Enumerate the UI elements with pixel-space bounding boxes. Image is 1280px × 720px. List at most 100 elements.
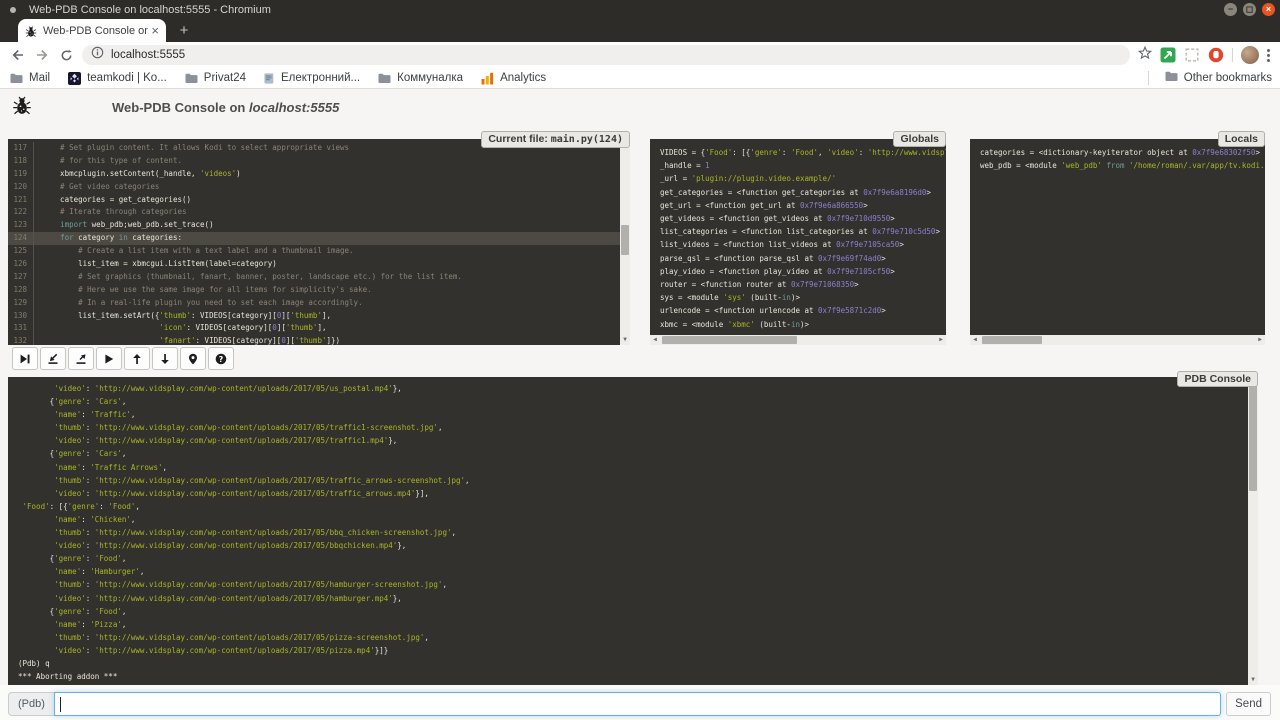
marker-icon <box>187 353 199 365</box>
current-file-name: main.py(124) <box>551 134 623 145</box>
output-line: 'name': 'Traffic Arrows', <box>18 461 1248 474</box>
down-button[interactable] <box>152 347 178 370</box>
step-into-icon <box>47 353 59 365</box>
arrow-up-icon <box>131 353 143 365</box>
console-scrollbar-thumb[interactable] <box>1249 381 1257 491</box>
scroll-down-icon[interactable]: ▼ <box>620 335 630 345</box>
bookmarks-bar: Mail teamkodi | Ko... Privat24 Електронний.… <box>0 68 1280 89</box>
prompt-bar: (Pdb) Send <box>8 691 1271 716</box>
extension-red-icon[interactable] <box>1208 47 1224 63</box>
window-title: Web-PDB Console on localhost:5555 - Chro… <box>29 4 271 16</box>
scroll-right-icon[interactable]: ▶ <box>936 335 946 345</box>
line-number: 130 <box>8 310 34 323</box>
line-number: 126 <box>8 258 34 271</box>
code-scrollbar-thumb[interactable] <box>621 225 629 255</box>
output-line: 'thumb': 'http://www.vidsplay.com/wp-con… <box>18 421 1248 434</box>
bookmark-item[interactable]: Mail <box>10 72 50 84</box>
output-line: *** Aborting addon *** <box>18 670 1248 683</box>
code-line-119: 119 xbmcplugin.setContent(_handle, 'vide… <box>8 168 630 181</box>
scroll-left-icon[interactable]: ◀ <box>650 335 660 345</box>
browser-tab[interactable]: Web-PDB Console on loca × <box>18 19 166 42</box>
text-caret <box>60 697 61 712</box>
other-bookmarks-label[interactable]: Other bookmarks <box>1184 72 1272 84</box>
bookmark-item[interactable]: Analytics <box>481 72 546 85</box>
extension-green-icon[interactable] <box>1160 47 1176 63</box>
output-line: 'video': 'http://www.vidsplay.com/wp-con… <box>18 382 1248 395</box>
send-button[interactable]: Send <box>1226 692 1271 716</box>
output-line: 'thumb': 'http://www.vidsplay.com/wp-con… <box>18 578 1248 591</box>
code-line-129: 129 # In a real-life plugin you need to … <box>8 297 630 310</box>
bookmark-item[interactable]: Коммуналка <box>378 72 463 84</box>
globals-tag: Globals <box>893 131 946 147</box>
help-button[interactable]: ? <box>208 347 234 370</box>
line-number: 131 <box>8 322 34 335</box>
close-button[interactable]: × <box>1262 3 1275 16</box>
globals-scrollbar-thumb[interactable] <box>662 336 797 344</box>
console-scrollbar[interactable]: ▼ <box>1248 377 1258 685</box>
maximize-button[interactable]: ◻ <box>1243 3 1256 16</box>
profile-avatar[interactable] <box>1241 46 1259 64</box>
output-line: 'video': 'http://www.vidsplay.com/wp-con… <box>18 539 1248 552</box>
line-number: 117 <box>8 142 34 155</box>
locals-scrollbar[interactable]: ◀ ▶ <box>970 335 1265 345</box>
line-number: 123 <box>8 219 34 232</box>
scroll-right-icon[interactable]: ▶ <box>1255 335 1265 345</box>
up-button[interactable] <box>124 347 150 370</box>
bookmark-item[interactable]: Електронний... <box>264 72 360 85</box>
next-button[interactable] <box>12 347 38 370</box>
step-button[interactable] <box>40 347 66 370</box>
locals-viewer: categories = <dictionary-keyiterator obj… <box>970 139 1265 345</box>
analytics-icon <box>481 72 494 85</box>
pdb-control-toolbar: ? <box>12 347 234 370</box>
tab-title: Web-PDB Console on loca <box>43 25 148 37</box>
pdb-console-tag: PDB Console <box>1177 371 1258 387</box>
browser-menu-icon[interactable] <box>1267 49 1270 62</box>
folder-icon <box>1165 71 1178 85</box>
code-scrollbar[interactable]: ▼ <box>620 139 630 345</box>
continue-button[interactable] <box>96 347 122 370</box>
code-line-122: 122 # Iterate through categories <box>8 206 630 219</box>
output-line: list_videos = <function list_videos at 0… <box>660 238 936 251</box>
pdb-command-input[interactable] <box>54 692 1221 716</box>
bookmark-star-icon[interactable] <box>1138 46 1152 65</box>
folder-icon <box>10 73 23 84</box>
code-line-128: 128 # Here we use the same image for all… <box>8 284 630 297</box>
output-line: 'video': 'http://www.vidsplay.com/wp-con… <box>18 644 1248 657</box>
line-number: 122 <box>8 206 34 219</box>
minimize-button[interactable]: − <box>1224 3 1237 16</box>
extension-capture-icon[interactable] <box>1184 47 1200 63</box>
bookmark-item[interactable]: Privat24 <box>185 72 246 84</box>
output-line: {'genre': 'Cars', <box>18 447 1248 460</box>
output-line: get_url = <function get_url at 0x7f9e6a8… <box>660 199 936 212</box>
globals-panel: Globals VIDEOS = {'Food': [{'genre': 'Fo… <box>650 131 946 345</box>
globals-scrollbar[interactable]: ◀ ▶ <box>650 335 946 345</box>
url-bar[interactable]: localhost:5555 <box>82 45 1130 65</box>
window-titlebar: Web-PDB Console on localhost:5555 - Chro… <box>0 0 1280 19</box>
line-number: 132 <box>8 335 34 345</box>
scroll-left-icon[interactable]: ◀ <box>970 335 980 345</box>
scroll-down-icon[interactable]: ▼ <box>1248 675 1258 685</box>
step-out-icon <box>75 353 87 365</box>
globals-viewer: VIDEOS = {'Food': [{'genre': 'Food', 'vi… <box>650 139 946 345</box>
back-icon[interactable] <box>8 45 28 65</box>
url-text[interactable]: localhost:5555 <box>111 49 185 61</box>
output-line: 'thumb': 'http://www.vidsplay.com/wp-con… <box>18 631 1248 644</box>
output-line: 'thumb': 'http://www.vidsplay.com/wp-con… <box>18 474 1248 487</box>
output-line: 'video': 'http://www.vidsplay.com/wp-con… <box>18 592 1248 605</box>
info-icon[interactable] <box>91 46 104 64</box>
bookmark-item[interactable]: teamkodi | Ko... <box>68 72 167 85</box>
output-line: 'name': 'Hamburger', <box>18 565 1248 578</box>
bookmark-label: Електронний... <box>281 72 360 84</box>
current-file-panel: Current file: main.py(124) 117 # Set plu… <box>8 131 630 345</box>
forward-icon[interactable] <box>32 45 52 65</box>
output-line: get_categories = <function get_categorie… <box>660 186 936 199</box>
output-line: {'genre': 'Cars', <box>18 395 1248 408</box>
code-line-127: 127 # Set graphics (thumbnail, fanart, b… <box>8 271 630 284</box>
new-tab-button[interactable]: + <box>176 23 192 39</box>
page-title-host: localhost:5555 <box>249 100 339 115</box>
reload-icon[interactable] <box>56 45 76 65</box>
where-button[interactable] <box>180 347 206 370</box>
tab-close-icon[interactable]: × <box>151 24 159 37</box>
return-button[interactable] <box>68 347 94 370</box>
locals-scrollbar-thumb[interactable] <box>982 336 1042 344</box>
